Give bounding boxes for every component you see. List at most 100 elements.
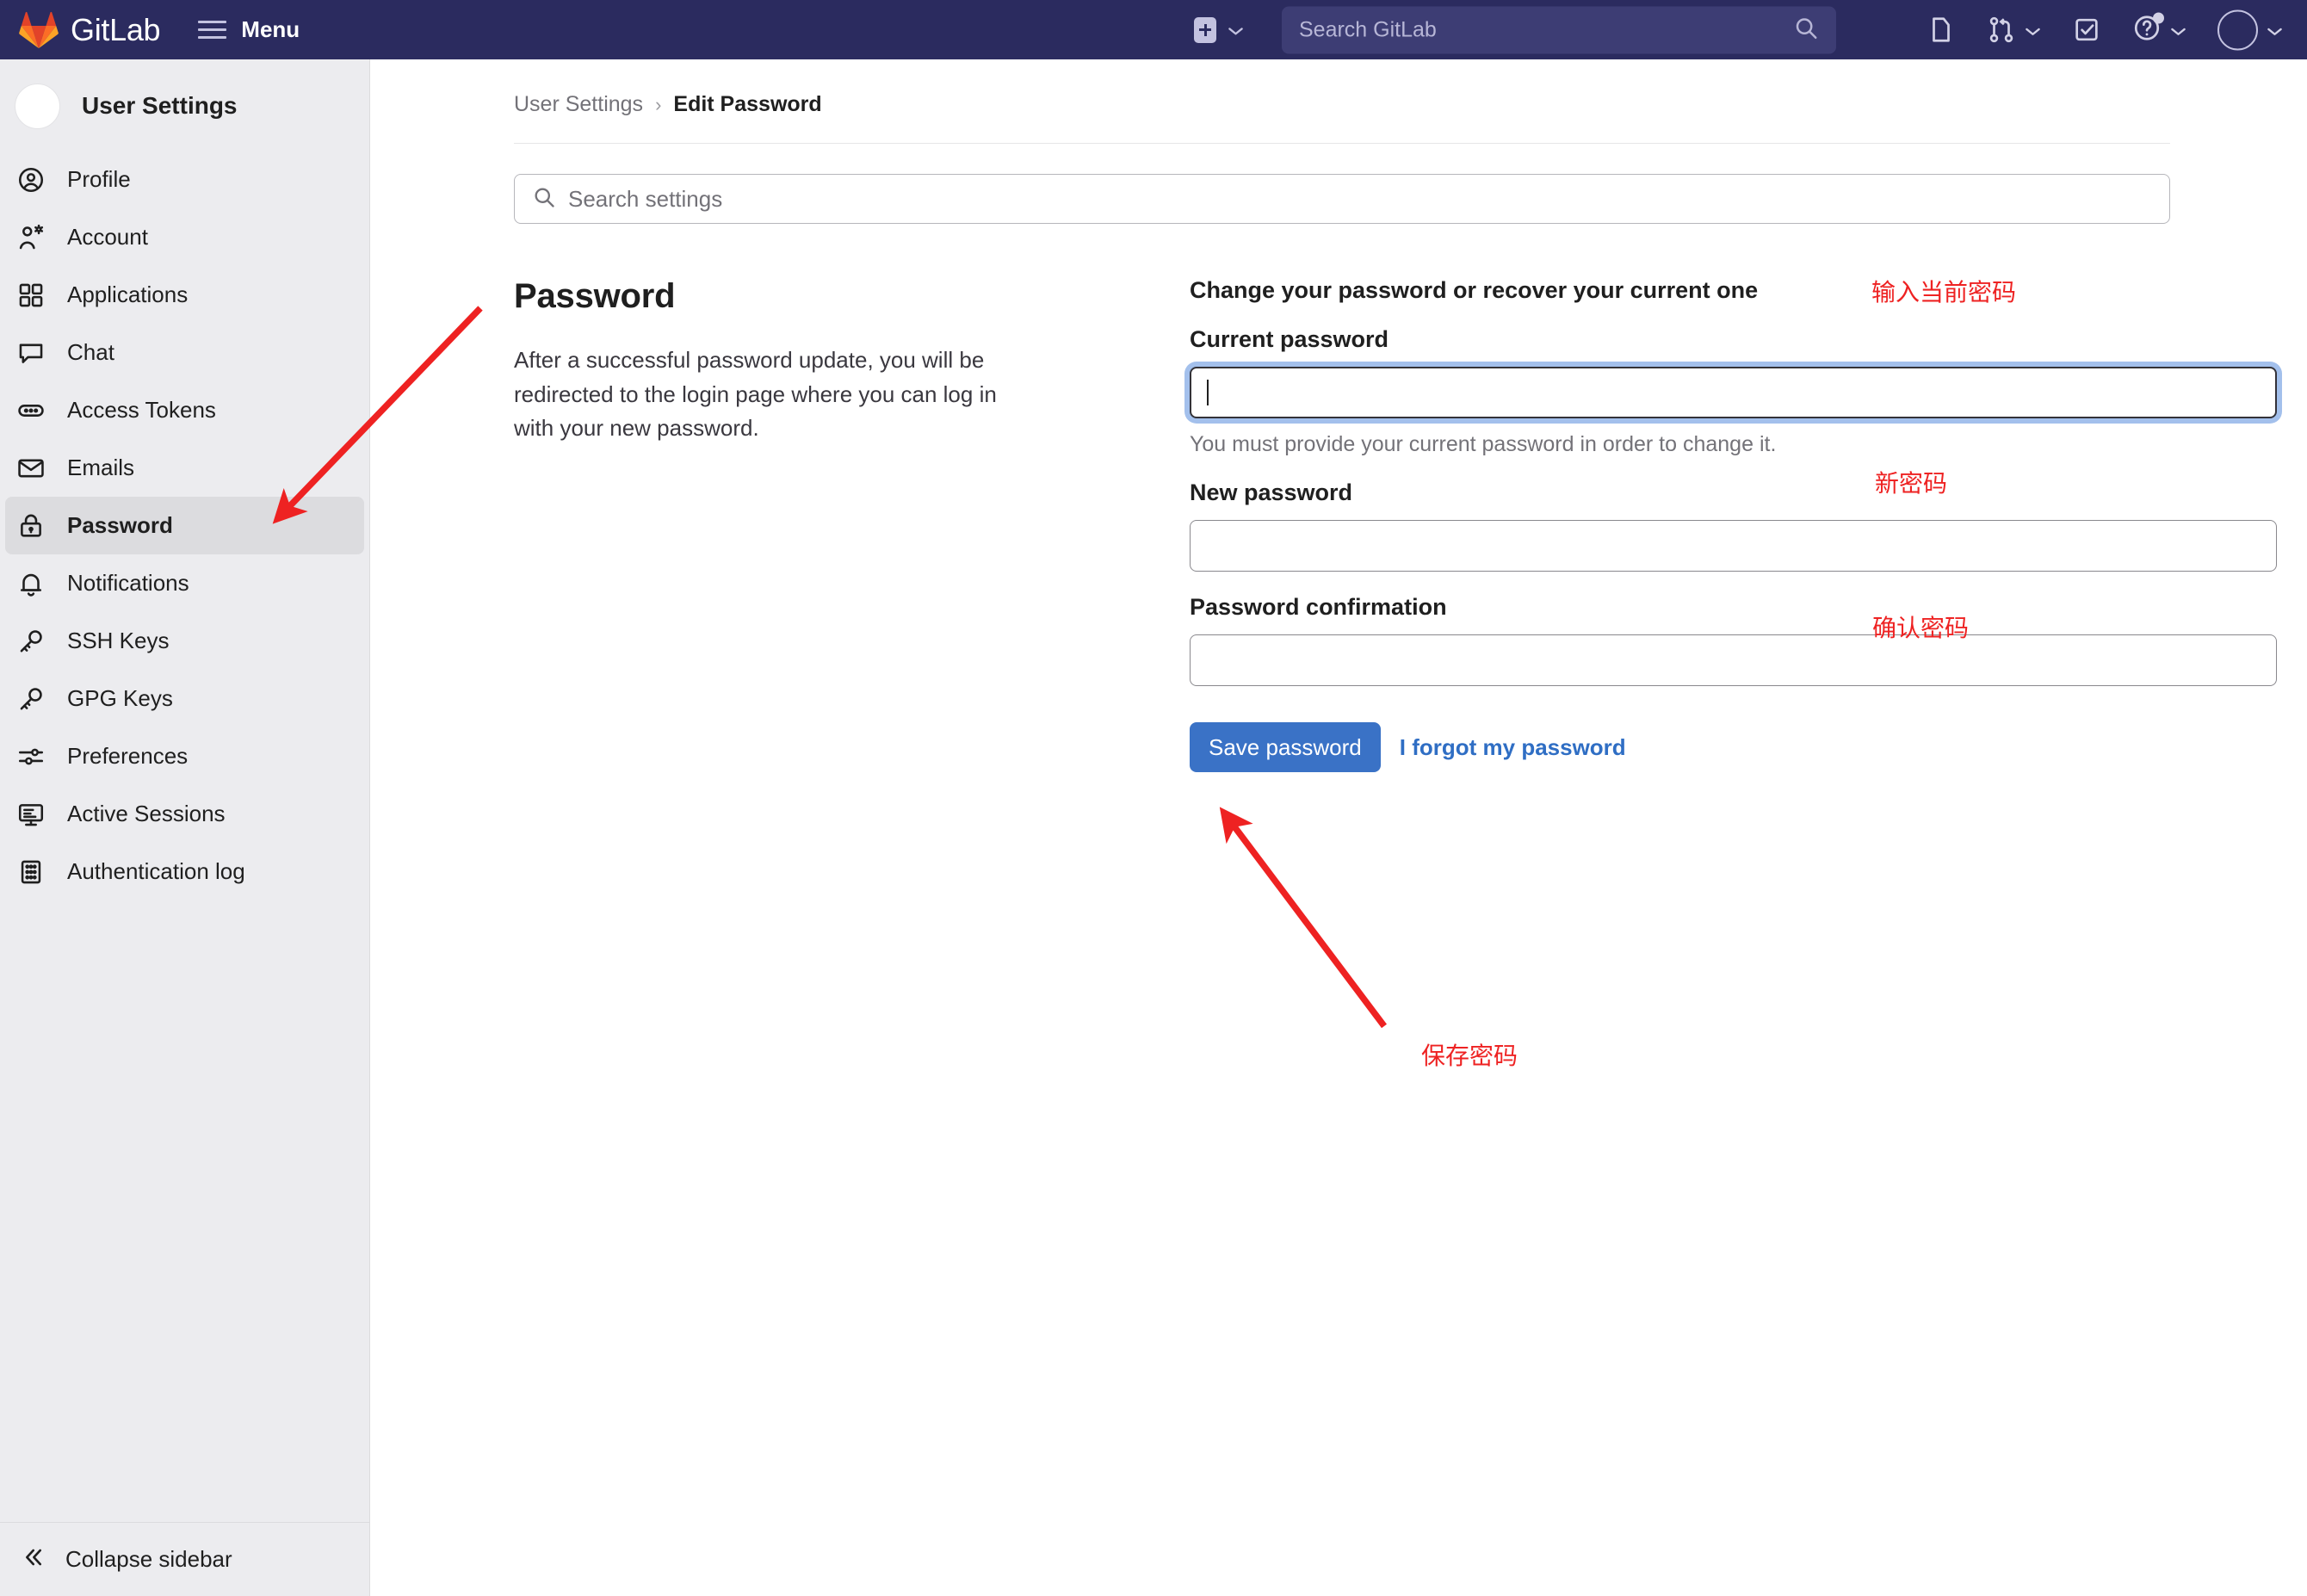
avatar	[2217, 9, 2258, 50]
sidebar-item-label: Notifications	[67, 570, 189, 596]
field-label: Current password	[1190, 326, 1389, 352]
field-new-password: New password	[1190, 479, 2277, 572]
merge-requests-dropdown[interactable]	[1987, 15, 2041, 45]
field-password-confirmation: Password confirmation	[1190, 594, 2277, 686]
sidebar-item-authentication-log[interactable]: Authentication log	[5, 843, 364, 900]
grid-squares-icon	[15, 280, 46, 311]
breadcrumb-parent[interactable]: User Settings	[514, 92, 643, 117]
sidebar-item-label: Chat	[67, 339, 114, 365]
monitor-icon	[15, 799, 46, 830]
sliders-icon	[15, 741, 46, 772]
sidebar-item-profile[interactable]: Profile	[5, 151, 364, 208]
main-menu-button[interactable]: Menu	[198, 16, 300, 43]
help-dropdown[interactable]	[2132, 12, 2186, 46]
navbar-actions	[1927, 9, 2283, 50]
page-title: Password	[514, 277, 676, 315]
user-gear-icon	[15, 222, 46, 253]
sidebar-item-emails[interactable]: Emails	[5, 439, 364, 497]
password-form: Change your password or recover your cur…	[1190, 277, 2277, 772]
token-dots-icon	[15, 395, 46, 426]
menu-button-label: Menu	[241, 16, 300, 42]
settings-sidebar: User Settings Profile Account Applications…	[0, 59, 370, 1596]
sidebar-item-label: SSH Keys	[67, 628, 170, 653]
avatar	[15, 83, 60, 129]
chevron-down-icon	[2170, 25, 2186, 35]
new-item-dropdown[interactable]	[1194, 16, 1244, 43]
chevron-down-icon	[2025, 25, 2041, 35]
sidebar-title: User Settings	[82, 92, 238, 119]
todos-icon[interactable]	[2072, 15, 2101, 45]
sidebar-item-label: Emails	[67, 455, 135, 480]
section-info-column: Password After a successful password upd…	[514, 277, 1065, 772]
field-label: Password confirmation	[1190, 594, 1447, 620]
settings-section: Password After a successful password upd…	[514, 277, 2307, 772]
sidebar-item-label: Active Sessions	[67, 801, 226, 826]
notification-dot-icon	[2153, 12, 2164, 23]
brand-name: GitLab	[71, 11, 161, 47]
issues-icon[interactable]	[1927, 15, 1956, 45]
plus-square-icon	[1194, 16, 1216, 43]
sidebar-item-notifications[interactable]: Notifications	[5, 554, 364, 612]
top-navbar: GitLab Menu Search GitLab	[0, 0, 2307, 59]
global-search-placeholder: Search GitLab	[1299, 17, 1437, 41]
forgot-password-link[interactable]: I forgot my password	[1400, 734, 1626, 761]
sidebar-header: User Settings	[0, 71, 369, 140]
settings-search-input[interactable]: Search settings	[514, 174, 2170, 224]
sidebar-item-label: Account	[67, 224, 148, 250]
search-icon	[532, 185, 556, 213]
new-password-input[interactable]	[1190, 520, 2277, 572]
text-caret	[1207, 380, 1209, 405]
settings-search-placeholder: Search settings	[568, 185, 723, 212]
global-search-input[interactable]: Search GitLab	[1282, 6, 1836, 53]
list-grid-icon	[15, 857, 46, 888]
bell-icon	[15, 568, 46, 599]
form-fields: Current password You must provide your cu…	[1190, 326, 2277, 686]
brand-home-link[interactable]: GitLab	[19, 11, 161, 49]
sidebar-item-label: Profile	[67, 166, 131, 192]
header-divider	[514, 143, 2170, 144]
sidebar-item-chat[interactable]: Chat	[5, 324, 364, 381]
user-circle-icon	[15, 164, 46, 195]
form-title: Change your password or recover your cur…	[1190, 277, 1759, 303]
chevron-double-left-icon	[19, 1543, 46, 1575]
search-icon	[1793, 15, 1819, 45]
field-help-text: You must provide your current password i…	[1190, 432, 1777, 456]
user-avatar-dropdown[interactable]	[2217, 9, 2283, 50]
lock-icon	[15, 510, 46, 541]
sidebar-item-label: Authentication log	[67, 858, 245, 884]
chevron-down-icon	[1228, 25, 1244, 35]
gitlab-logo-icon	[19, 11, 59, 49]
sidebar-item-active-sessions[interactable]: Active Sessions	[5, 785, 364, 843]
sidebar-item-label: Password	[67, 512, 173, 538]
sidebar-item-access-tokens[interactable]: Access Tokens	[5, 381, 364, 439]
sidebar-item-gpg-keys[interactable]: GPG Keys	[5, 670, 364, 727]
sidebar-item-ssh-keys[interactable]: SSH Keys	[5, 612, 364, 670]
collapse-sidebar-button[interactable]: Collapse sidebar	[0, 1522, 370, 1596]
main-content: User Settings › Edit Password Search set…	[371, 59, 2307, 1596]
current-password-input[interactable]	[1190, 367, 2277, 418]
sidebar-item-label: Applications	[67, 281, 189, 307]
sidebar-item-account[interactable]: Account	[5, 208, 364, 266]
hamburger-icon	[198, 19, 227, 41]
envelope-icon	[15, 453, 46, 484]
form-actions: Save password I forgot my password	[1190, 722, 2277, 772]
field-current-password: Current password You must provide your cu…	[1190, 326, 2277, 457]
sidebar-item-label: Access Tokens	[67, 397, 216, 423]
sidebar-item-label: Preferences	[67, 743, 189, 769]
sidebar-item-password[interactable]: Password	[5, 497, 364, 554]
sidebar-nav-list: Profile Account Applications Chat Access Tok…	[0, 151, 369, 900]
breadcrumb-current: Edit Password	[673, 92, 822, 116]
sidebar-item-label: GPG Keys	[67, 685, 173, 711]
comment-icon	[15, 337, 46, 368]
sidebar-item-applications[interactable]: Applications	[5, 266, 364, 324]
breadcrumb: User Settings › Edit Password	[514, 92, 2307, 117]
save-password-button[interactable]: Save password	[1190, 722, 1381, 772]
field-label: New password	[1190, 479, 1353, 505]
breadcrumb-separator: ›	[655, 93, 662, 115]
collapse-sidebar-label: Collapse sidebar	[65, 1546, 232, 1572]
chevron-down-icon	[2267, 25, 2283, 35]
section-description: After a successful password update, you …	[514, 347, 997, 442]
password-confirmation-input[interactable]	[1190, 634, 2277, 686]
key-icon	[15, 626, 46, 657]
sidebar-item-preferences[interactable]: Preferences	[5, 727, 364, 785]
